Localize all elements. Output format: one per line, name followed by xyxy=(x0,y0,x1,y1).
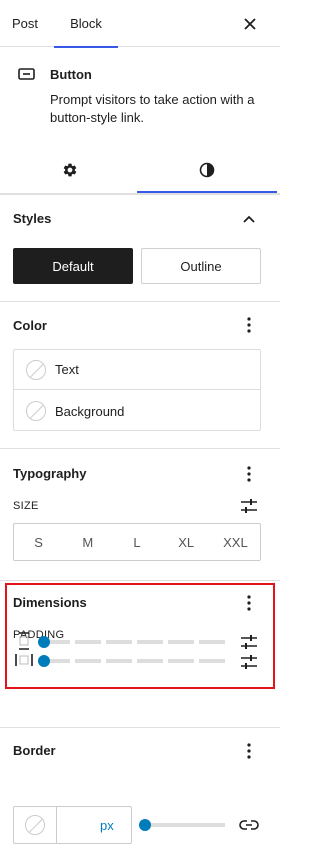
color-item-label: Background xyxy=(55,403,125,419)
close-icon xyxy=(244,18,256,30)
border-options-button[interactable] xyxy=(237,739,261,763)
tab-styles[interactable] xyxy=(137,146,277,193)
settings-sliders-icon xyxy=(241,499,257,513)
empty-swatch-icon xyxy=(26,401,46,421)
style-outline-button[interactable]: Outline xyxy=(141,248,261,284)
font-size-s[interactable]: S xyxy=(14,524,63,560)
close-button[interactable] xyxy=(236,10,264,38)
empty-swatch-icon xyxy=(26,359,46,380)
styles-panel-toggle[interactable] xyxy=(237,207,261,231)
padding-vertical-thumb[interactable] xyxy=(38,636,50,648)
divider xyxy=(0,448,280,449)
dimensions-options-button[interactable] xyxy=(237,591,261,615)
divider xyxy=(0,301,280,302)
padding-horizontal-thumb[interactable] xyxy=(38,655,50,667)
divider xyxy=(0,727,280,728)
tab-block[interactable]: Block xyxy=(54,0,118,48)
custom-size-toggle[interactable] xyxy=(237,494,261,518)
more-vertical-icon xyxy=(247,466,251,482)
border-color-swatch-icon[interactable] xyxy=(25,815,45,835)
sidebar-tab-bar: Post Block xyxy=(0,0,280,48)
color-item-text[interactable]: Text xyxy=(14,350,260,390)
more-vertical-icon xyxy=(247,743,251,759)
more-vertical-icon xyxy=(247,595,251,611)
chevron-up-icon xyxy=(243,215,255,223)
block-description: Prompt visitors to take action with a bu… xyxy=(50,92,255,125)
dimensions-panel-title: Dimensions xyxy=(13,595,87,610)
border-radius-input[interactable]: px xyxy=(13,806,132,844)
button-icon xyxy=(18,67,36,81)
style-default-button[interactable]: Default xyxy=(13,248,133,284)
font-size-l[interactable]: L xyxy=(112,524,161,560)
more-vertical-icon xyxy=(247,317,251,333)
styles-panel-title: Styles xyxy=(13,211,52,226)
color-item-label: Text xyxy=(55,362,79,377)
contrast-icon xyxy=(199,162,215,177)
tab-settings[interactable] xyxy=(0,146,140,193)
link-icon xyxy=(239,820,259,830)
color-options-button[interactable] xyxy=(237,313,261,337)
padding-horizontal-icon xyxy=(14,652,34,668)
gear-icon xyxy=(63,163,77,176)
divider xyxy=(0,580,280,581)
divider xyxy=(56,807,57,843)
padding-horizontal-custom-toggle[interactable] xyxy=(237,650,261,674)
settings-sliders-icon xyxy=(241,635,257,649)
typography-panel-title: Typography xyxy=(13,466,87,481)
color-panel-title: Color xyxy=(13,318,47,333)
padding-horizontal-slider[interactable] xyxy=(38,655,232,667)
divider xyxy=(0,194,280,195)
block-title: Button xyxy=(50,67,92,82)
padding-vertical-icon xyxy=(16,631,32,651)
font-size-xxl[interactable]: XXL xyxy=(211,524,260,560)
border-radius-thumb[interactable] xyxy=(139,819,151,831)
tab-post[interactable]: Post xyxy=(0,0,52,47)
padding-vertical-slider[interactable] xyxy=(38,636,232,648)
unit-select[interactable]: px xyxy=(100,818,114,833)
unlink-sides-button[interactable] xyxy=(237,813,261,837)
settings-sliders-icon xyxy=(241,655,257,669)
font-size-m[interactable]: M xyxy=(63,524,112,560)
border-panel-title: Border xyxy=(13,743,56,758)
font-size-picker: S M L XL XXL xyxy=(13,523,261,561)
typography-options-button[interactable] xyxy=(237,462,261,486)
border-radius-slider[interactable] xyxy=(139,819,225,831)
font-size-xl[interactable]: XL xyxy=(162,524,211,560)
color-item-group: Text Background xyxy=(13,349,261,431)
size-label: SIZE xyxy=(13,500,39,512)
color-item-background[interactable]: Background xyxy=(14,391,260,431)
